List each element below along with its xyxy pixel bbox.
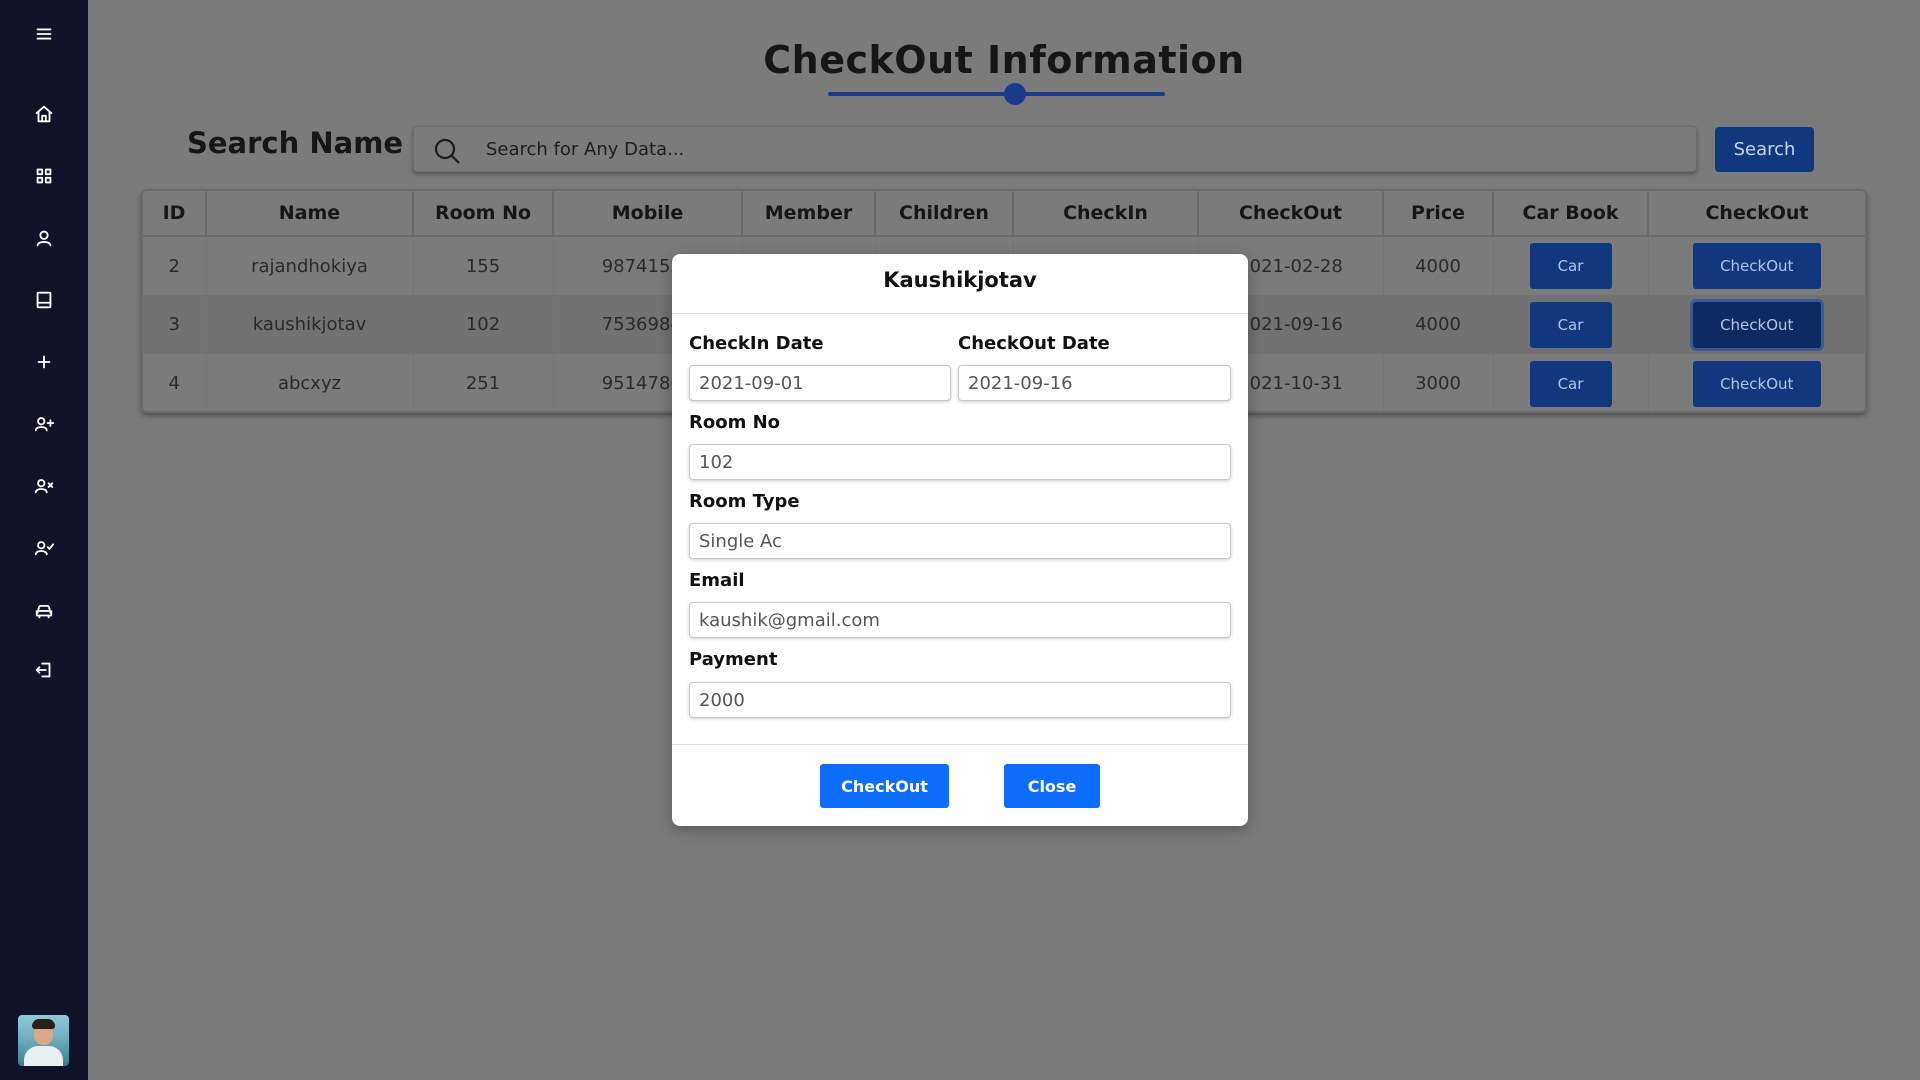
row-checkout-button[interactable]: CheckOut	[1692, 360, 1821, 407]
header-name: Name	[206, 191, 414, 237]
cell-id: 2	[143, 236, 207, 295]
modal-title: Kaushikjotav	[883, 268, 1037, 292]
modal-footer-divider	[672, 744, 1248, 745]
cell-name: kaushikjotav	[206, 295, 414, 354]
room-type-label: Room Type	[689, 491, 800, 512]
checkin-date-label: CheckIn Date	[689, 333, 824, 354]
search-button[interactable]: Search	[1715, 127, 1814, 172]
home-icon[interactable]	[24, 94, 64, 134]
checkin-date-field[interactable]	[689, 365, 951, 401]
user-plus-icon[interactable]	[24, 404, 64, 444]
modal-close-button[interactable]: Close	[1004, 764, 1100, 808]
header-mobile: Mobile	[553, 191, 743, 237]
cell-checkout-action: CheckOut	[1648, 354, 1865, 411]
logout-icon[interactable]	[24, 650, 64, 690]
checkout-date-field[interactable]	[958, 365, 1231, 401]
table-header-row: ID Name Room No Mobile Member Children C…	[143, 191, 1865, 237]
cell-name: rajandhokiya	[206, 236, 414, 295]
payment-field[interactable]	[689, 682, 1231, 718]
sidebar	[0, 0, 88, 1080]
cell-checkout-action: CheckOut	[1648, 295, 1865, 354]
car-button[interactable]: Car	[1529, 301, 1612, 348]
search-box	[413, 126, 1697, 172]
cell-checkout-action: CheckOut	[1648, 236, 1865, 295]
plus-icon[interactable]	[24, 342, 64, 382]
header-checkout-date: CheckOut	[1198, 191, 1384, 237]
modal-divider	[672, 313, 1248, 314]
search-input[interactable]	[486, 127, 1676, 171]
page-title: CheckOut Information	[763, 38, 1245, 82]
email-label: Email	[689, 570, 745, 591]
user-check-icon[interactable]	[24, 528, 64, 568]
search-label: Search Name	[187, 126, 404, 160]
search-icon	[434, 138, 460, 164]
cell-room: 102	[413, 295, 554, 354]
grid-icon[interactable]	[24, 156, 64, 196]
checkout-modal: Kaushikjotav CheckIn Date CheckOut Date …	[672, 254, 1248, 826]
cell-id: 3	[143, 295, 207, 354]
cell-name: abcxyz	[206, 354, 414, 411]
checkout-date-label: CheckOut Date	[958, 333, 1110, 354]
header-price: Price	[1383, 191, 1494, 237]
cell-room: 155	[413, 236, 554, 295]
email-field[interactable]	[689, 602, 1231, 638]
room-type-field[interactable]	[689, 523, 1231, 559]
row-checkout-button[interactable]: CheckOut	[1692, 301, 1821, 348]
car-button[interactable]: Car	[1529, 360, 1612, 407]
header-checkin: CheckIn	[1013, 191, 1199, 237]
header-room-no: Room No	[413, 191, 554, 237]
modal-checkout-button[interactable]: CheckOut	[820, 764, 949, 808]
room-no-label: Room No	[689, 412, 781, 433]
payment-label: Payment	[689, 649, 778, 670]
room-no-field[interactable]	[689, 444, 1231, 480]
cell-car-book: Car	[1493, 236, 1649, 295]
title-underline	[828, 92, 1165, 96]
cell-car-book: Car	[1493, 295, 1649, 354]
header-checkout-action: CheckOut	[1648, 191, 1865, 237]
book-icon[interactable]	[24, 280, 64, 320]
cell-car-book: Car	[1493, 354, 1649, 411]
car-icon[interactable]	[24, 590, 64, 630]
cell-price: 4000	[1383, 295, 1494, 354]
cell-room: 251	[413, 354, 554, 411]
header-id: ID	[143, 191, 207, 237]
user-icon[interactable]	[24, 218, 64, 258]
user-x-icon[interactable]	[24, 466, 64, 506]
cell-id: 4	[143, 354, 207, 411]
cell-price: 4000	[1383, 236, 1494, 295]
row-checkout-button[interactable]: CheckOut	[1692, 243, 1821, 289]
header-car-book: Car Book	[1493, 191, 1649, 237]
car-button[interactable]: Car	[1529, 243, 1612, 289]
header-children: Children	[875, 191, 1014, 237]
title-dot	[1004, 83, 1026, 105]
cell-price: 3000	[1383, 354, 1494, 411]
header-member: Member	[742, 191, 876, 237]
avatar[interactable]	[18, 1015, 69, 1066]
